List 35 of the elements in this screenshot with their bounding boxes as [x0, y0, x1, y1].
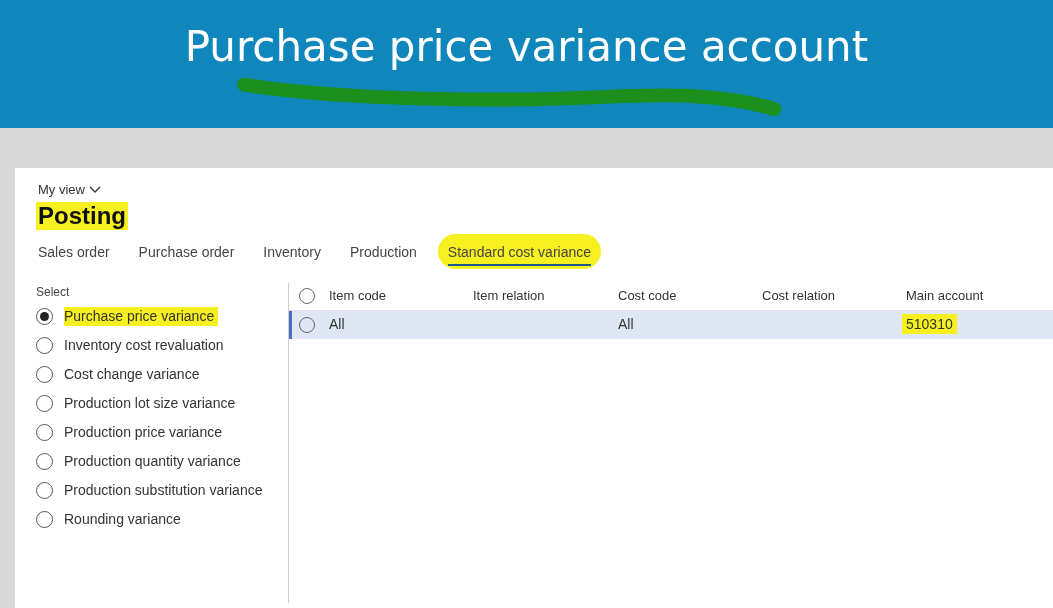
- table-cell: All: [618, 316, 634, 332]
- radio-button[interactable]: [36, 307, 53, 325]
- table-cell: All: [329, 316, 345, 332]
- tab[interactable]: Inventory: [263, 241, 321, 269]
- select-label: Select: [36, 283, 71, 301]
- column-header[interactable]: Item relation: [473, 286, 618, 306]
- table-cell: 510310: [902, 314, 957, 334]
- radio-button[interactable]: [36, 452, 53, 470]
- grid-row[interactable]: All All 510310: [289, 310, 1053, 339]
- column-header[interactable]: Main account: [906, 286, 1046, 306]
- radio-label[interactable]: Rounding variance: [64, 509, 264, 529]
- radio-label[interactable]: Purchase price variance: [64, 306, 219, 326]
- tab[interactable]: Standard cost variance: [437, 233, 602, 269]
- tab[interactable]: Sales order: [38, 241, 110, 269]
- radio-label[interactable]: Production price variance: [64, 422, 264, 442]
- page-title: Posting: [36, 201, 128, 230]
- column-header[interactable]: Cost code: [618, 286, 762, 306]
- radio-button[interactable]: [36, 394, 53, 412]
- tab[interactable]: Production: [349, 241, 417, 269]
- radio-label[interactable]: Inventory cost revaluation: [64, 335, 264, 355]
- radio-button[interactable]: [36, 336, 53, 354]
- radio-label[interactable]: Production lot size variance: [64, 393, 264, 413]
- radio-button[interactable]: [36, 510, 53, 528]
- column-header[interactable]: Item code: [329, 286, 473, 306]
- radio-label[interactable]: Production substitution variance: [64, 480, 264, 500]
- slide-title: Purchase price variance account: [184, 21, 869, 73]
- radio-button[interactable]: [36, 365, 53, 383]
- chevron-down-icon: [88, 185, 101, 194]
- radio-label[interactable]: Production quantity variance: [64, 451, 264, 471]
- my-view-menu[interactable]: My view: [38, 180, 101, 200]
- radio-button[interactable]: [36, 423, 53, 441]
- tab[interactable]: Purchase order: [138, 241, 235, 269]
- column-header[interactable]: Cost relation: [762, 286, 906, 306]
- radio-button[interactable]: [36, 481, 53, 499]
- radio-label[interactable]: Cost change variance: [64, 364, 264, 384]
